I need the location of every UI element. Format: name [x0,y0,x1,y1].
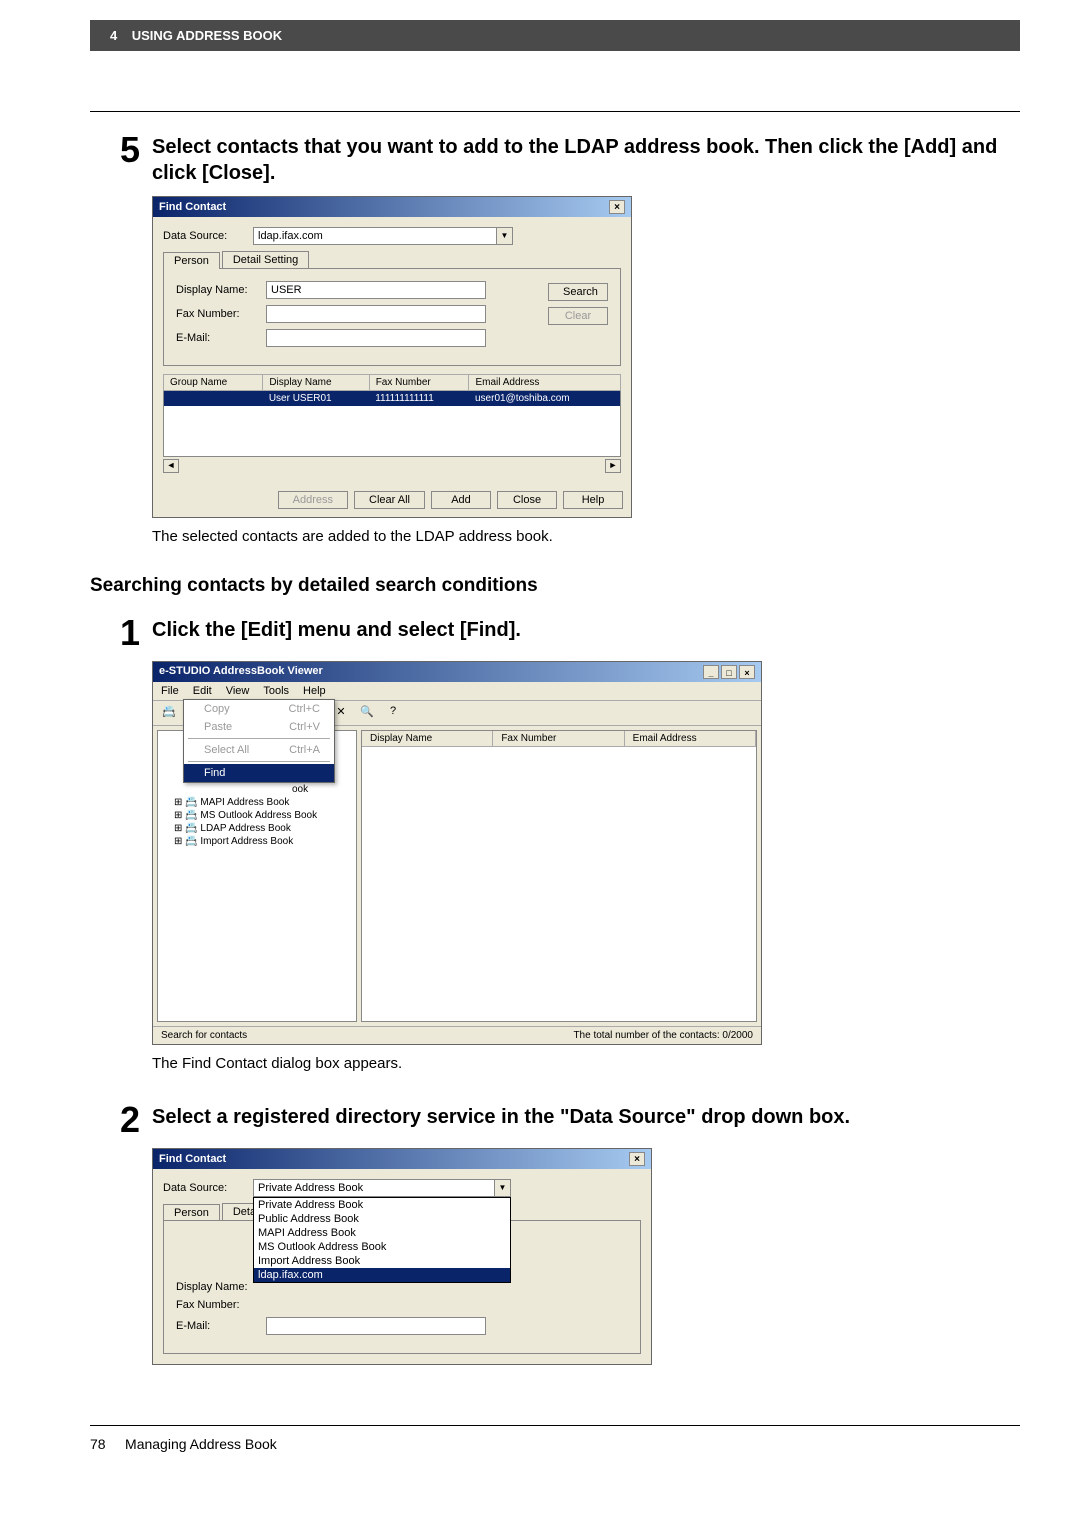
menu-item-select-all[interactable]: Select All Ctrl+A [184,741,334,759]
menu-item-copy[interactable]: Copy Ctrl+C [184,700,334,718]
col-fax-number[interactable]: Fax Number [369,375,469,391]
col-email-address[interactable]: Email Address [469,375,621,391]
col-group-name[interactable]: Group Name [164,375,263,391]
scroll-right-icon[interactable]: ► [605,459,621,473]
email-label: E-Mail: [176,332,266,344]
menu-view[interactable]: View [226,685,250,697]
page-number: 78 [90,1436,106,1452]
viewer-title: e-STUDIO AddressBook Viewer [159,665,323,679]
step-2: 2 Select a registered directory service … [90,1102,1020,1138]
menu-file[interactable]: File [161,685,179,697]
data-source-combo[interactable] [253,227,497,245]
add-button[interactable]: Add [431,491,491,509]
step-instruction: Select a registered directory service in… [152,1102,1020,1130]
list-pane: Display Name Fax Number Email Address [361,730,757,1022]
display-name-input[interactable] [266,281,486,299]
fax-number-input[interactable] [266,305,486,323]
email-label: E-Mail: [176,1320,266,1332]
menu-item-paste[interactable]: Paste Ctrl+V [184,718,334,736]
step5-caption: The selected contacts are added to the L… [152,528,1020,545]
col-email-address[interactable]: Email Address [625,731,756,746]
edit-menu-dropdown: Copy Ctrl+C Paste Ctrl+V Select All Ctrl… [183,699,335,783]
menu-tools[interactable]: Tools [263,685,289,697]
table-row[interactable]: User USER01 111111111111 user01@toshiba.… [164,391,621,407]
status-right: The total number of the contacts: 0/2000 [573,1030,753,1041]
chapter-num: 4 [110,28,117,43]
close-icon[interactable]: × [739,665,755,679]
clear-button[interactable]: Clear [548,307,608,325]
step-number: 2 [90,1102,140,1138]
help-button[interactable]: Help [563,491,623,509]
find-contact-dropdown-screenshot: Find Contact × Data Source: ▼ Private Ad… [152,1148,1020,1365]
data-source-label: Data Source: [163,230,253,242]
dropdown-option[interactable]: Import Address Book [254,1254,510,1268]
search-button[interactable]: Search [548,283,608,301]
clear-all-button[interactable]: Clear All [354,491,425,509]
minimize-icon[interactable]: _ [703,665,719,679]
tree-node-import[interactable]: ⊞ 📇 Import Address Book [162,835,352,848]
subheading: Searching contacts by detailed search co… [90,575,1020,597]
col-display-name[interactable]: Display Name [362,731,493,746]
dialog-titlebar: Find Contact × [153,1149,651,1169]
page-header: 4 USING ADDRESS BOOK [90,20,1020,51]
find-contact-dialog-screenshot: Find Contact × Data Source: ▼ Person Det… [152,196,1020,518]
menu-help[interactable]: Help [303,685,326,697]
close-icon[interactable]: × [609,200,625,214]
dialog-title: Find Contact [159,201,226,213]
data-source-label: Data Source: [163,1182,253,1194]
data-source-dropdown-list: Private Address Book Public Address Book… [253,1197,511,1283]
tree-node-ldap[interactable]: ⊞ 📇 LDAP Address Book [162,822,352,835]
step1-caption: The Find Contact dialog box appears. [152,1055,1020,1072]
email-input[interactable] [266,329,486,347]
dropdown-option[interactable]: MAPI Address Book [254,1226,510,1240]
chevron-down-icon[interactable]: ▼ [495,1179,511,1197]
tree-node[interactable]: ook [162,783,352,796]
chevron-down-icon[interactable]: ▼ [497,227,513,245]
close-button[interactable]: Close [497,491,557,509]
menu-edit[interactable]: Edit [193,685,212,697]
fax-number-label: Fax Number: [176,1299,266,1311]
step-number: 5 [90,132,140,168]
address-button[interactable]: Address [278,491,348,509]
col-display-name[interactable]: Display Name [263,375,369,391]
step-number: 1 [90,615,140,651]
tree-node-mapi[interactable]: ⊞ 📇 MAPI Address Book [162,796,352,809]
dropdown-option[interactable]: ldap.ifax.com [254,1268,510,1282]
dialog-title: Find Contact [159,1153,226,1165]
dropdown-option[interactable]: Private Address Book [254,1198,510,1212]
step-instruction: Select contacts that you want to add to … [152,132,1020,186]
addressbook-viewer-screenshot: e-STUDIO AddressBook Viewer _ □ × File E… [152,661,1020,1045]
step-instruction: Click the [Edit] menu and select [Find]. [152,615,1020,643]
statusbar: Search for contacts The total number of … [153,1026,761,1044]
step-1: 1 Click the [Edit] menu and select [Find… [90,615,1020,651]
menu-item-find[interactable]: Find [184,764,334,782]
dialog-titlebar: Find Contact × [153,197,631,217]
status-left: Search for contacts [161,1030,247,1041]
help-icon[interactable]: ? [383,704,403,722]
maximize-icon[interactable]: □ [721,665,737,679]
chapter-title: USING ADDRESS BOOK [132,28,282,43]
col-fax-number[interactable]: Fax Number [493,731,624,746]
data-source-combo[interactable] [253,1179,495,1197]
results-table: Group Name Display Name Fax Number Email… [163,374,621,457]
email-input[interactable] [266,1317,486,1335]
dropdown-option[interactable]: Public Address Book [254,1212,510,1226]
fax-number-label: Fax Number: [176,308,266,320]
toolbar-icon[interactable]: 📇 [159,704,179,722]
section-divider [90,111,1020,112]
tree-node-outlook[interactable]: ⊞ 📇 MS Outlook Address Book [162,809,352,822]
scroll-left-icon[interactable]: ◄ [163,459,179,473]
footer-section: Managing Address Book [125,1436,277,1452]
dropdown-option[interactable]: MS Outlook Address Book [254,1240,510,1254]
tab-detail-setting[interactable]: Detail Setting [222,251,309,268]
step-5: 5 Select contacts that you want to add t… [90,132,1020,186]
display-name-label: Display Name: [176,284,266,296]
tab-person[interactable]: Person [163,1204,220,1221]
tab-person[interactable]: Person [163,252,220,269]
page-footer: 78 Managing Address Book [90,1425,1020,1452]
find-icon[interactable]: 🔍 [357,704,377,722]
close-icon[interactable]: × [629,1152,645,1166]
viewer-titlebar: e-STUDIO AddressBook Viewer _ □ × [153,662,761,682]
